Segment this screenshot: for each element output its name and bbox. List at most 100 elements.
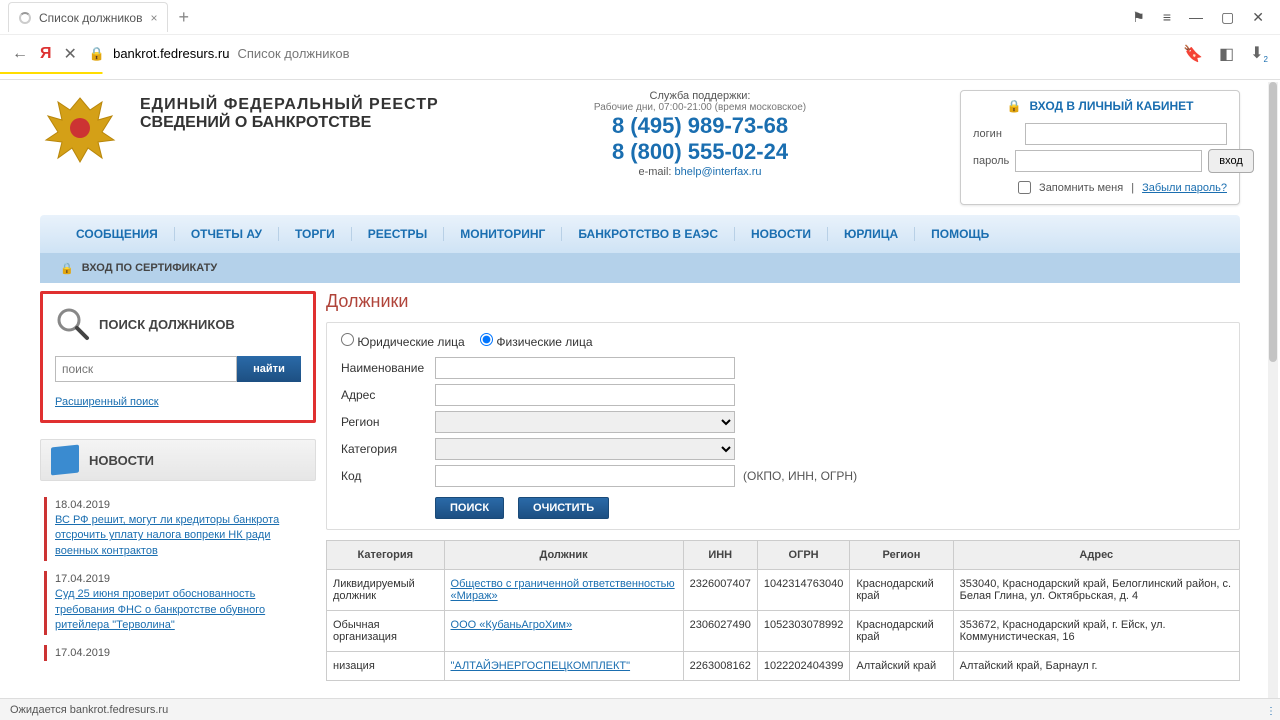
table-cell: 2306027490 bbox=[683, 611, 757, 652]
browser-tab[interactable]: Список должников × bbox=[8, 2, 168, 32]
nav-item[interactable]: РЕЕСТРЫ bbox=[352, 227, 444, 241]
back-icon[interactable]: ← bbox=[12, 45, 28, 63]
table-cell: "АЛТАЙЭНЕРГОСПЕЦКОМПЛЕКТ" bbox=[444, 652, 683, 681]
password-input[interactable] bbox=[1015, 150, 1202, 172]
news-date: 17.04.2019 bbox=[55, 647, 312, 659]
table-row: Обычная организация ООО «КубаньАгроХим» 23… bbox=[327, 611, 1240, 652]
bookmark-icon[interactable]: 🔖 bbox=[1183, 44, 1203, 64]
table-header: Категория bbox=[327, 541, 445, 570]
code-input[interactable] bbox=[435, 465, 735, 487]
tab-title: Список должников bbox=[39, 11, 142, 25]
minimize-icon[interactable]: — bbox=[1189, 9, 1203, 25]
news-link[interactable]: Суд 25 июня проверит обоснованность треб… bbox=[55, 587, 312, 633]
maximize-icon[interactable]: ▢ bbox=[1221, 9, 1234, 26]
advanced-search-link[interactable]: Расширенный поиск bbox=[55, 396, 159, 408]
table-header: Адрес bbox=[953, 541, 1239, 570]
radio-legal[interactable]: Юридические лица bbox=[341, 335, 465, 349]
login-submit-button[interactable]: вход bbox=[1208, 149, 1254, 173]
lock-icon: 🔒 bbox=[89, 46, 105, 62]
site-title: ЕДИНЫЙ ФЕДЕРАЛЬНЫЙ РЕЕСТР СВЕДЕНИЙ О БАН… bbox=[140, 90, 440, 132]
debtor-link[interactable]: ООО «КубаньАгроХим» bbox=[451, 619, 573, 631]
filter-form: Юридические лица Физические лица Наимено… bbox=[326, 322, 1240, 530]
table-cell: 353672, Краснодарский край, г. Ейск, ул.… bbox=[953, 611, 1239, 652]
radio-physical[interactable]: Физические лица bbox=[480, 335, 593, 349]
news-date: 18.04.2019 bbox=[55, 499, 312, 511]
table-cell: 2326007407 bbox=[683, 570, 757, 611]
table-cell: Ликвидируемый должник bbox=[327, 570, 445, 611]
news-date: 17.04.2019 bbox=[55, 573, 312, 585]
table-row: низация"АЛТАЙЭНЕРГОСПЕЦКОМПЛЕКТ"22630081… bbox=[327, 652, 1240, 681]
table-cell: 353040, Краснодарский край, Белоглинский… bbox=[953, 570, 1239, 611]
login-input[interactable] bbox=[1025, 123, 1227, 145]
loading-progress bbox=[0, 72, 1280, 74]
close-window-icon[interactable]: ✕ bbox=[1252, 9, 1264, 26]
nav-item[interactable]: ТОРГИ bbox=[279, 227, 352, 241]
table-header: Регион bbox=[850, 541, 953, 570]
login-label: логин bbox=[973, 128, 1019, 140]
news-header: НОВОСТИ bbox=[40, 439, 316, 481]
debtor-link[interactable]: Общество с граниченной ответственностью … bbox=[451, 578, 675, 602]
table-cell: Краснодарский край bbox=[850, 570, 953, 611]
news-item: 17.04.2019 bbox=[44, 645, 312, 661]
url-domain: bankrot.fedresurs.ru bbox=[113, 46, 229, 61]
nav-item[interactable]: МОНИТОРИНГ bbox=[444, 227, 562, 241]
main-nav: СООБЩЕНИЯОТЧЕТЫ АУТОРГИРЕЕСТРЫМОНИТОРИНГ… bbox=[40, 215, 1240, 253]
url-title: Список должников bbox=[237, 46, 349, 61]
scrollbar[interactable] bbox=[1268, 82, 1278, 698]
table-cell: Краснодарский край bbox=[850, 611, 953, 652]
support-email-link[interactable]: bhelp@interfax.ru bbox=[675, 166, 762, 178]
tab-bar: Список должников × + ⚑ ≡ — ▢ ✕ bbox=[0, 0, 1280, 34]
debtor-link[interactable]: "АЛТАЙЭНЕРГОСПЕЦКОМПЛЕКТ" bbox=[451, 660, 631, 672]
menu-icon[interactable]: ≡ bbox=[1163, 9, 1171, 25]
table-row: Ликвидируемый должникОбщество с граничен… bbox=[327, 570, 1240, 611]
password-label: пароль bbox=[973, 155, 1009, 167]
stop-icon[interactable]: ✕ bbox=[64, 44, 77, 64]
address-input[interactable] bbox=[435, 384, 735, 406]
url-field[interactable]: 🔒 bankrot.fedresurs.ru Список должников bbox=[89, 46, 350, 62]
status-bar: Ожидается bankrot.fedresurs.ru bbox=[0, 698, 1280, 720]
support-block: Служба поддержки: Рабочие дни, 07:00-21:… bbox=[460, 90, 940, 178]
news-item: 18.04.2019 ВС РФ решит, могут ли кредитор… bbox=[44, 497, 312, 561]
region-select[interactable] bbox=[435, 411, 735, 433]
table-cell: ООО «КубаньАгроХим» bbox=[444, 611, 683, 652]
nav-item[interactable]: ОТЧЕТЫ АУ bbox=[175, 227, 279, 241]
new-tab-button[interactable]: + bbox=[178, 7, 189, 28]
table-cell: Общество с граниченной ответственностью … bbox=[444, 570, 683, 611]
cert-login-bar[interactable]: 🔒 ВХОД ПО СЕРТИФИКАТУ bbox=[40, 253, 1240, 283]
table-cell: Обычная организация bbox=[327, 611, 445, 652]
browser-chrome: Список должников × + ⚑ ≡ — ▢ ✕ ← Я ✕ 🔒 b… bbox=[0, 0, 1280, 80]
coat-of-arms-icon bbox=[40, 90, 120, 170]
category-select[interactable] bbox=[435, 438, 735, 460]
filter-clear-button[interactable]: ОЧИСТИТЬ bbox=[518, 497, 609, 519]
news-link[interactable]: ВС РФ решит, могут ли кредиторы банкрота… bbox=[55, 513, 312, 559]
lock-icon: 🔒 bbox=[1006, 99, 1021, 113]
table-cell: 1022202404399 bbox=[757, 652, 850, 681]
filter-search-button[interactable]: ПОИСК bbox=[435, 497, 504, 519]
nav-item[interactable]: ЮРЛИЦА bbox=[828, 227, 915, 241]
close-tab-icon[interactable]: × bbox=[150, 11, 157, 25]
news-list: 18.04.2019 ВС РФ решит, могут ли кредитор… bbox=[40, 481, 316, 667]
nav-item[interactable]: СООБЩЕНИЯ bbox=[60, 227, 175, 241]
remember-checkbox[interactable] bbox=[1018, 181, 1031, 194]
page-title: Должники bbox=[326, 291, 1240, 312]
loading-indicator-icon: ⋮ bbox=[1266, 706, 1276, 717]
zen-icon[interactable]: ◧ bbox=[1219, 44, 1234, 64]
forgot-password-link[interactable]: Забыли пароль? bbox=[1142, 182, 1227, 194]
search-button[interactable]: найти bbox=[237, 356, 301, 382]
downloads-icon[interactable]: ⬇2 bbox=[1250, 43, 1268, 64]
nav-item[interactable]: БАНКРОТСТВО В ЕАЭС bbox=[562, 227, 735, 241]
table-header: ОГРН bbox=[757, 541, 850, 570]
nav-item[interactable]: ПОМОЩЬ bbox=[915, 227, 1005, 241]
yandex-icon[interactable]: Я bbox=[40, 45, 52, 63]
loading-spinner-icon bbox=[19, 12, 31, 24]
extension-icon[interactable]: ⚑ bbox=[1132, 9, 1145, 26]
search-input[interactable] bbox=[55, 356, 237, 382]
results-table: КатегорияДолжникИННОГРНРегионАдрес Ликви… bbox=[326, 540, 1240, 681]
search-debtors-panel: ПОИСК ДОЛЖНИКОВ найти Расширенный поиск bbox=[40, 291, 316, 423]
remember-label: Запомнить меня bbox=[1039, 182, 1123, 194]
nav-item[interactable]: НОВОСТИ bbox=[735, 227, 828, 241]
name-input[interactable] bbox=[435, 357, 735, 379]
news-icon bbox=[51, 445, 79, 476]
news-item: 17.04.2019 Суд 25 июня проверит обоснован… bbox=[44, 571, 312, 635]
table-cell: Алтайский край, Барнаул г. bbox=[953, 652, 1239, 681]
